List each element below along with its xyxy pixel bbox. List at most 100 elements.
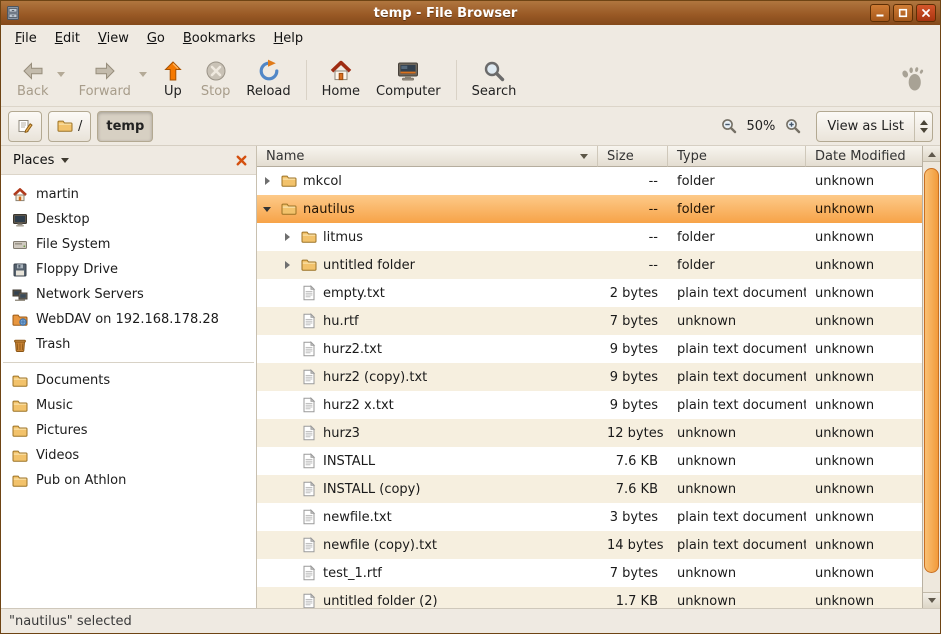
view-mode-combo[interactable]: View as List	[816, 111, 933, 142]
date-cell: unknown	[806, 482, 922, 497]
file-row-mkcol[interactable]: mkcol--folderunknown	[257, 167, 922, 195]
scroll-down-button[interactable]	[923, 592, 940, 608]
toggle-location-entry-button[interactable]	[8, 111, 42, 142]
text-file-icon	[301, 481, 317, 497]
sidebar-item-desktop[interactable]: Desktop	[1, 207, 256, 232]
toolbar-computer-label: Computer	[376, 84, 441, 99]
scrollbar-thumb[interactable]	[924, 168, 939, 572]
text-file-icon	[301, 425, 317, 441]
menu-file[interactable]: File	[6, 27, 46, 50]
sidebar-item-videos[interactable]: Videos	[1, 443, 256, 468]
zoom-in-button[interactable]	[784, 117, 802, 135]
name-cell: hurz3	[257, 425, 598, 441]
window-close-icon	[921, 8, 931, 18]
sort-indicator-icon	[580, 154, 588, 159]
titlebar[interactable]: temp - File Browser	[1, 1, 940, 25]
view-mode-label: View as List	[817, 112, 914, 141]
file-name: INSTALL	[323, 454, 375, 469]
expander-icon[interactable]	[261, 202, 275, 216]
file-list: mkcol--folderunknownnautilus--folderunkn…	[257, 167, 922, 608]
toolbar-up-button[interactable]: Up	[153, 56, 193, 102]
file-row-empty-txt[interactable]: empty.txt2 bytesplain text documentunkno…	[257, 279, 922, 307]
search-icon	[482, 59, 506, 83]
sidebar-item-martin[interactable]: martin	[1, 182, 256, 207]
file-name: untitled folder (2)	[323, 594, 438, 609]
file-row-hu-rtf[interactable]: hu.rtf7 bytesunknownunknown	[257, 307, 922, 335]
column-header-name[interactable]: Name	[257, 146, 598, 167]
toolbar-reload-button[interactable]: Reload	[238, 56, 298, 102]
toolbar-stop-label: Stop	[201, 84, 231, 99]
menu-help[interactable]: Help	[265, 27, 313, 50]
sidebar-item-pictures[interactable]: Pictures	[1, 418, 256, 443]
expander-icon[interactable]	[281, 258, 295, 272]
size-cell: 2 bytes	[598, 286, 668, 301]
close-button[interactable]	[916, 4, 936, 22]
file-row-hurz2-x-txt[interactable]: hurz2 x.txt9 bytesplain text documentunk…	[257, 391, 922, 419]
vertical-scrollbar	[922, 146, 940, 608]
file-row-newfile-copy-txt[interactable]: newfile (copy).txt14 bytesplain text doc…	[257, 531, 922, 559]
toolbar-search-button[interactable]: Search	[464, 56, 525, 102]
main-content: Places martin DesktopFile SystemFloppy Dr…	[1, 146, 940, 608]
minimize-button[interactable]	[870, 4, 890, 22]
sidebar-item-documents[interactable]: Documents	[1, 368, 256, 393]
file-name: nautilus	[303, 202, 355, 217]
file-row-nautilus[interactable]: nautilus--folderunknown	[257, 195, 922, 223]
column-header-size[interactable]: Size	[598, 146, 668, 167]
sidebar-item-pub-on-athlon[interactable]: Pub on Athlon	[1, 468, 256, 493]
sidebar-item-label: martin	[36, 187, 79, 202]
menu-edit[interactable]: Edit	[46, 27, 89, 50]
column-header-type[interactable]: Type	[668, 146, 806, 167]
file-row-hurz2-copy-txt[interactable]: hurz2 (copy).txt9 bytesplain text docume…	[257, 363, 922, 391]
type-cell: plain text document	[668, 286, 806, 301]
sidebar-item-trash[interactable]: Trash	[1, 332, 256, 357]
column-header-date-modified[interactable]: Date Modified	[806, 146, 922, 167]
file-row-install[interactable]: INSTALL7.6 KBunknownunknown	[257, 447, 922, 475]
scrollbar-trough[interactable]	[923, 162, 940, 592]
file-row-install-copy[interactable]: INSTALL (copy)7.6 KBunknownunknown	[257, 475, 922, 503]
zoom-out-button[interactable]	[720, 117, 738, 135]
file-row-hurz2-txt[interactable]: hurz2.txt9 bytesplain text documentunkno…	[257, 335, 922, 363]
sidebar-item-file-system[interactable]: File System	[1, 232, 256, 257]
maximize-button[interactable]	[893, 4, 913, 22]
sidebar-close-button[interactable]	[230, 149, 252, 171]
sidebar-item-music[interactable]: Music	[1, 393, 256, 418]
toolbar-computer-button[interactable]: Computer	[368, 56, 449, 102]
sidebar-item-label: Network Servers	[36, 287, 144, 302]
sidebar-item-label: Trash	[36, 337, 70, 352]
menu-go[interactable]: Go	[138, 27, 174, 50]
file-row-untitled-folder-2[interactable]: untitled folder (2)1.7 KBunknownunknown	[257, 587, 922, 608]
window-title: temp - File Browser	[26, 6, 865, 21]
type-cell: plain text document	[668, 342, 806, 357]
file-row-newfile-txt[interactable]: newfile.txt3 bytesplain text documentunk…	[257, 503, 922, 531]
places-selector[interactable]: Places	[5, 150, 77, 171]
file-row-untitled-folder[interactable]: untitled folder--folderunknown	[257, 251, 922, 279]
size-cell: 7.6 KB	[598, 454, 668, 469]
menu-view[interactable]: View	[89, 27, 138, 50]
file-list-area: Name Size TypeDate Modified mkcol--folderu…	[257, 146, 940, 608]
sidebar-item-webdav-on-192-168-178-28[interactable]: WebDAV on 192.168.178.28	[1, 307, 256, 332]
toolbar-home-button[interactable]: Home	[314, 56, 368, 102]
type-cell: folder	[668, 174, 806, 189]
scroll-up-button[interactable]	[923, 146, 940, 162]
file-name: newfile (copy).txt	[323, 538, 437, 553]
folder-icon	[57, 118, 73, 134]
column-header-label: Size	[607, 149, 634, 164]
current-path-button[interactable]: temp	[97, 111, 153, 142]
root-path-button[interactable]: /	[48, 111, 91, 142]
menu-bookmarks[interactable]: Bookmarks	[174, 27, 265, 50]
expander-icon[interactable]	[281, 230, 295, 244]
expander-placeholder	[281, 566, 295, 580]
file-row-litmus[interactable]: litmus--folderunknown	[257, 223, 922, 251]
expander-icon[interactable]	[261, 174, 275, 188]
text-file-icon	[301, 593, 317, 608]
size-cell: 9 bytes	[598, 398, 668, 413]
file-row-test-1-rtf[interactable]: test_1.rtf7 bytesunknownunknown	[257, 559, 922, 587]
sidebar-item-network-servers[interactable]: Network Servers	[1, 282, 256, 307]
name-cell: hu.rtf	[257, 313, 598, 329]
size-cell: 7 bytes	[598, 566, 668, 581]
file-row-hurz3[interactable]: hurz312 bytesunknownunknown	[257, 419, 922, 447]
folder-icon	[12, 373, 28, 389]
floppy-icon	[12, 262, 28, 278]
date-cell: unknown	[806, 510, 922, 525]
sidebar-item-floppy-drive[interactable]: Floppy Drive	[1, 257, 256, 282]
